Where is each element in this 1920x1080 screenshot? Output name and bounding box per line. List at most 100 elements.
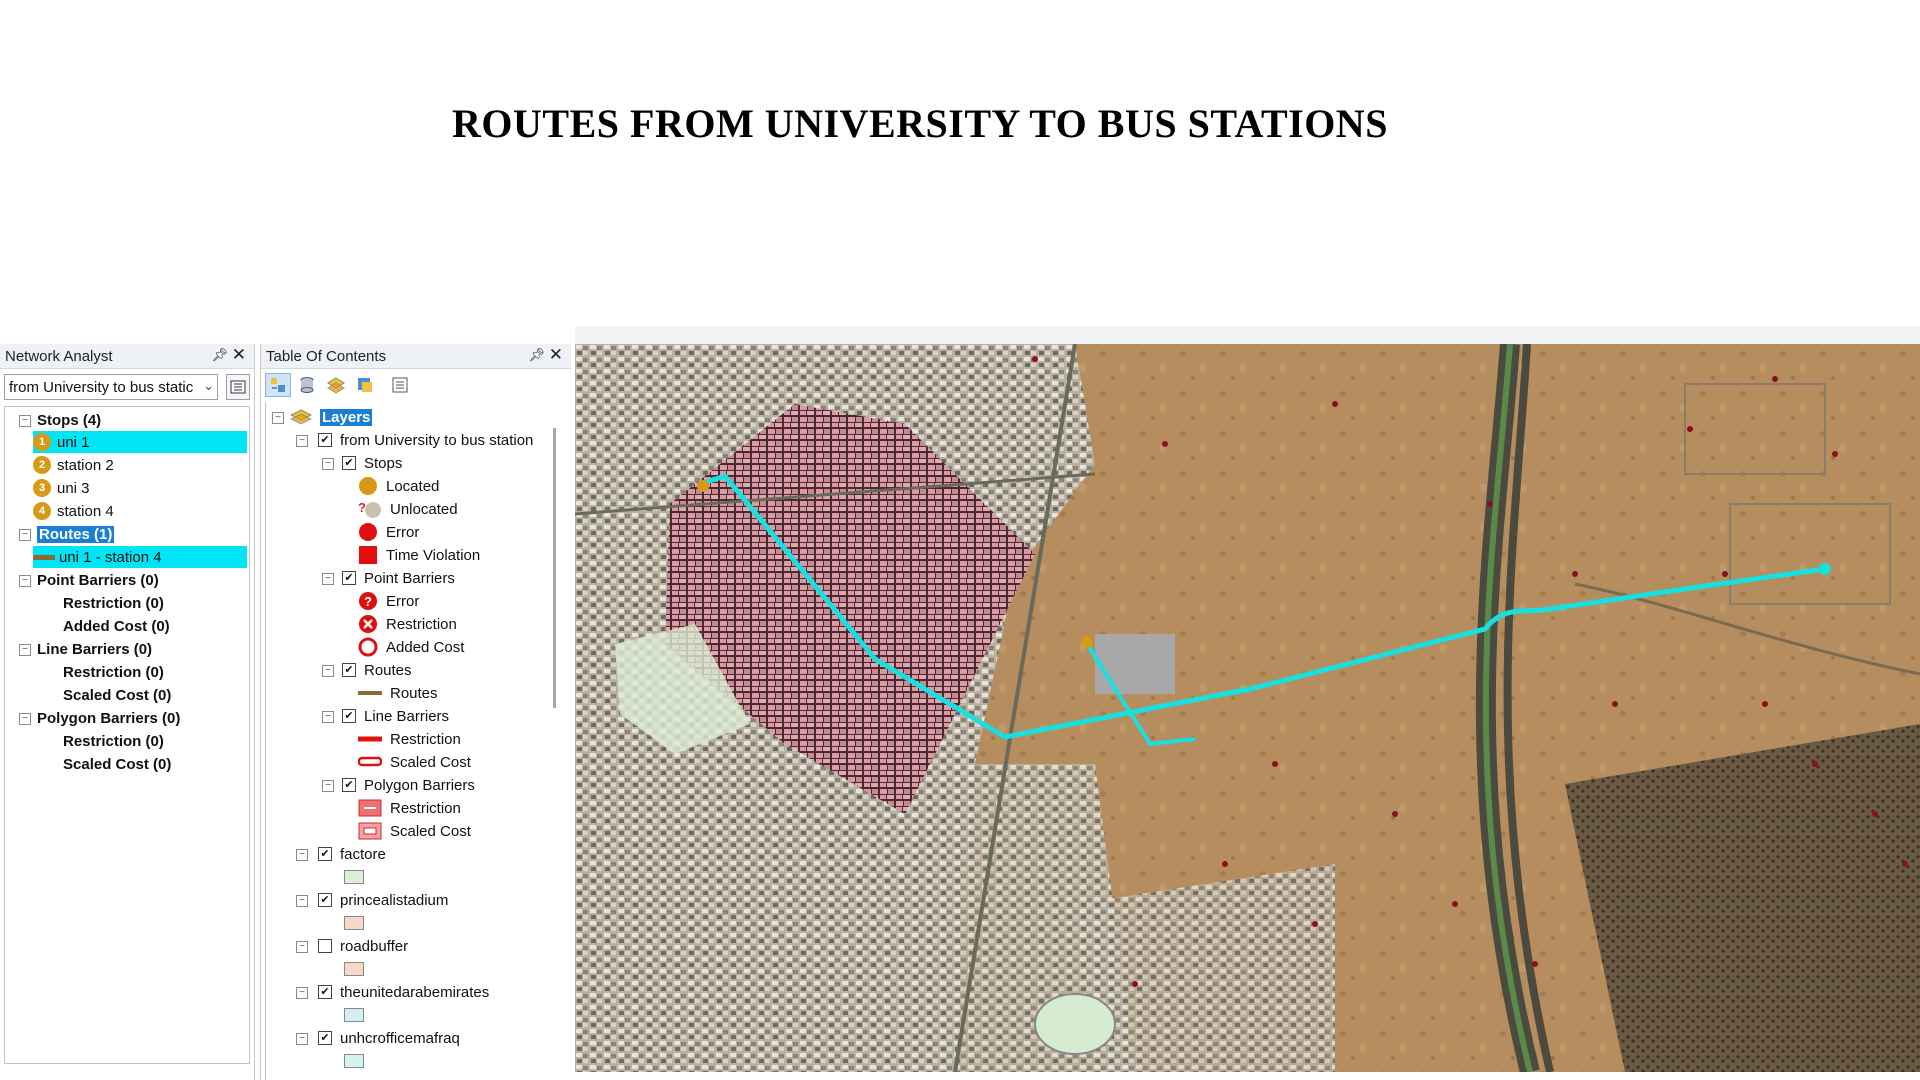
options-button[interactable] bbox=[387, 373, 413, 397]
layer-roadbuffer[interactable]: roadbuffer bbox=[318, 935, 408, 957]
layer-label: Stops bbox=[364, 454, 403, 472]
collapse-icon[interactable]: − bbox=[296, 435, 308, 447]
stop-marker[interactable] bbox=[1081, 636, 1093, 648]
close-icon[interactable]: ✕ bbox=[549, 345, 563, 365]
properties-button[interactable] bbox=[226, 374, 250, 400]
time-violation-symbol-icon bbox=[359, 546, 377, 564]
legend-label: Time Violation bbox=[386, 546, 481, 564]
route-item-uni1-station4[interactable]: uni 1 - station 4 bbox=[33, 546, 247, 568]
sublayer-polygon-barriers[interactable]: ✔ Polygon Barriers bbox=[342, 774, 475, 796]
tree-sub-item[interactable]: Restriction (0) bbox=[63, 592, 164, 614]
tree-sub-item[interactable]: Scaled Cost (0) bbox=[63, 684, 171, 706]
svg-text:?: ? bbox=[364, 594, 372, 609]
pin-icon[interactable]: 📌︎ bbox=[211, 347, 228, 363]
collapse-icon[interactable]: − bbox=[322, 573, 334, 585]
checkbox[interactable]: ✔ bbox=[318, 1031, 332, 1045]
layer-group-na[interactable]: ✔ from University to bus station bbox=[318, 429, 533, 451]
stop-item-uni-1[interactable]: 1 uni 1 bbox=[33, 431, 247, 453]
layer-label: Polygon Barriers bbox=[364, 776, 475, 794]
legend-label: Unlocated bbox=[390, 500, 458, 518]
restriction-symbol-icon bbox=[359, 615, 377, 633]
collapse-icon[interactable]: − bbox=[19, 644, 31, 656]
collapse-icon[interactable]: − bbox=[322, 665, 334, 677]
collapse-icon[interactable]: − bbox=[272, 412, 284, 424]
checkbox[interactable]: ✔ bbox=[342, 456, 356, 470]
collapse-icon[interactable]: − bbox=[19, 575, 31, 587]
tree-group-point-barriers[interactable]: Point Barriers (0) bbox=[37, 569, 159, 591]
tree-group-line-barriers[interactable]: Line Barriers (0) bbox=[37, 638, 152, 660]
toc-scrollbar[interactable] bbox=[553, 428, 556, 708]
legend-time-violation: Time Violation bbox=[358, 544, 480, 566]
stop-marker[interactable] bbox=[1819, 563, 1831, 575]
collapse-icon[interactable]: − bbox=[322, 711, 334, 723]
stop-marker[interactable] bbox=[697, 480, 709, 492]
tree-sub-item[interactable]: Restriction (0) bbox=[63, 730, 164, 752]
layer-label: from University to bus station bbox=[340, 431, 534, 449]
checkbox[interactable]: ✔ bbox=[342, 709, 356, 723]
checkbox[interactable] bbox=[318, 939, 332, 953]
tree-group-routes[interactable]: Routes (1) bbox=[37, 523, 115, 545]
pin-icon[interactable]: 📌︎ bbox=[528, 347, 545, 363]
checkbox[interactable]: ✔ bbox=[342, 571, 356, 585]
collapse-icon[interactable]: − bbox=[322, 458, 334, 470]
legend-swatch bbox=[344, 912, 364, 934]
layer-label: unhcrofficemafraq bbox=[340, 1029, 460, 1047]
tree-sub-item[interactable]: Restriction (0) bbox=[63, 661, 164, 683]
chevron-down-icon[interactable]: ⌄ bbox=[203, 378, 214, 394]
sublayer-routes[interactable]: ✔ Routes bbox=[342, 659, 412, 681]
sublayer-point-barriers[interactable]: ✔ Point Barriers bbox=[342, 567, 455, 589]
tree-label: station 4 bbox=[57, 502, 114, 520]
selection-icon bbox=[358, 378, 372, 392]
list-by-selection-button[interactable] bbox=[352, 373, 378, 397]
layers-icon bbox=[290, 409, 312, 425]
tree-group-stops[interactable]: Stops (4) bbox=[37, 409, 101, 431]
tree-label: Line Barriers (0) bbox=[37, 640, 153, 658]
collapse-icon[interactable]: − bbox=[296, 941, 308, 953]
collapse-icon[interactable]: − bbox=[322, 780, 334, 792]
legend-label: Restriction bbox=[390, 730, 461, 748]
map-view[interactable] bbox=[575, 344, 1920, 1072]
collapse-icon[interactable]: − bbox=[19, 415, 31, 427]
checkbox[interactable]: ✔ bbox=[318, 893, 332, 907]
layers-root[interactable]: Layers bbox=[290, 406, 373, 428]
drawing-order-icon bbox=[271, 378, 285, 392]
collapse-icon[interactable]: − bbox=[296, 895, 308, 907]
swatch-icon bbox=[344, 916, 364, 930]
checkbox[interactable]: ✔ bbox=[318, 433, 332, 447]
legend-error: Error bbox=[358, 521, 419, 543]
swatch-icon bbox=[344, 1008, 364, 1022]
list-by-visibility-button[interactable] bbox=[323, 373, 349, 397]
layer-factore[interactable]: ✔ factore bbox=[318, 843, 386, 865]
layer-label: Line Barriers bbox=[364, 707, 450, 725]
legend-label: Restriction bbox=[386, 615, 457, 633]
checkbox[interactable]: ✔ bbox=[318, 985, 332, 999]
stop-item-station-2[interactable]: 2 station 2 bbox=[33, 454, 114, 476]
checkbox[interactable]: ✔ bbox=[342, 663, 356, 677]
legend-pgb-restriction: Restriction bbox=[358, 797, 461, 819]
list-by-drawing-order-button[interactable] bbox=[265, 373, 291, 397]
checkbox[interactable]: ✔ bbox=[342, 778, 356, 792]
layer-theunitedarabemirates[interactable]: ✔ theunitedarabemirates bbox=[318, 981, 489, 1003]
collapse-icon[interactable]: − bbox=[19, 713, 31, 725]
stop-item-station-4[interactable]: 4 station 4 bbox=[33, 500, 114, 522]
collapse-icon[interactable]: − bbox=[296, 987, 308, 999]
close-icon[interactable]: ✕ bbox=[232, 345, 246, 365]
tree-label: uni 3 bbox=[57, 479, 90, 497]
analysis-select[interactable]: from University to bus static ⌄ bbox=[4, 374, 218, 400]
collapse-icon[interactable]: − bbox=[296, 849, 308, 861]
checkbox[interactable]: ✔ bbox=[318, 847, 332, 861]
sublayer-stops[interactable]: ✔ Stops bbox=[342, 452, 402, 474]
tree-label: Polygon Barriers (0) bbox=[37, 709, 181, 727]
layer-princealistadium[interactable]: ✔ princealistadium bbox=[318, 889, 448, 911]
collapse-icon[interactable]: − bbox=[19, 529, 31, 541]
legend-label: Scaled Cost bbox=[390, 822, 471, 840]
list-by-source-button[interactable] bbox=[294, 373, 320, 397]
tree-sub-item[interactable]: Added Cost (0) bbox=[63, 615, 170, 637]
sublayer-line-barriers[interactable]: ✔ Line Barriers bbox=[342, 705, 449, 727]
legend-label: Added Cost bbox=[386, 638, 465, 656]
tree-group-polygon-barriers[interactable]: Polygon Barriers (0) bbox=[37, 707, 180, 729]
collapse-icon[interactable]: − bbox=[296, 1033, 308, 1045]
tree-sub-item[interactable]: Scaled Cost (0) bbox=[63, 753, 171, 775]
stop-item-uni-3[interactable]: 3 uni 3 bbox=[33, 477, 90, 499]
layer-unhcrofficemafraq[interactable]: ✔ unhcrofficemafraq bbox=[318, 1027, 460, 1049]
